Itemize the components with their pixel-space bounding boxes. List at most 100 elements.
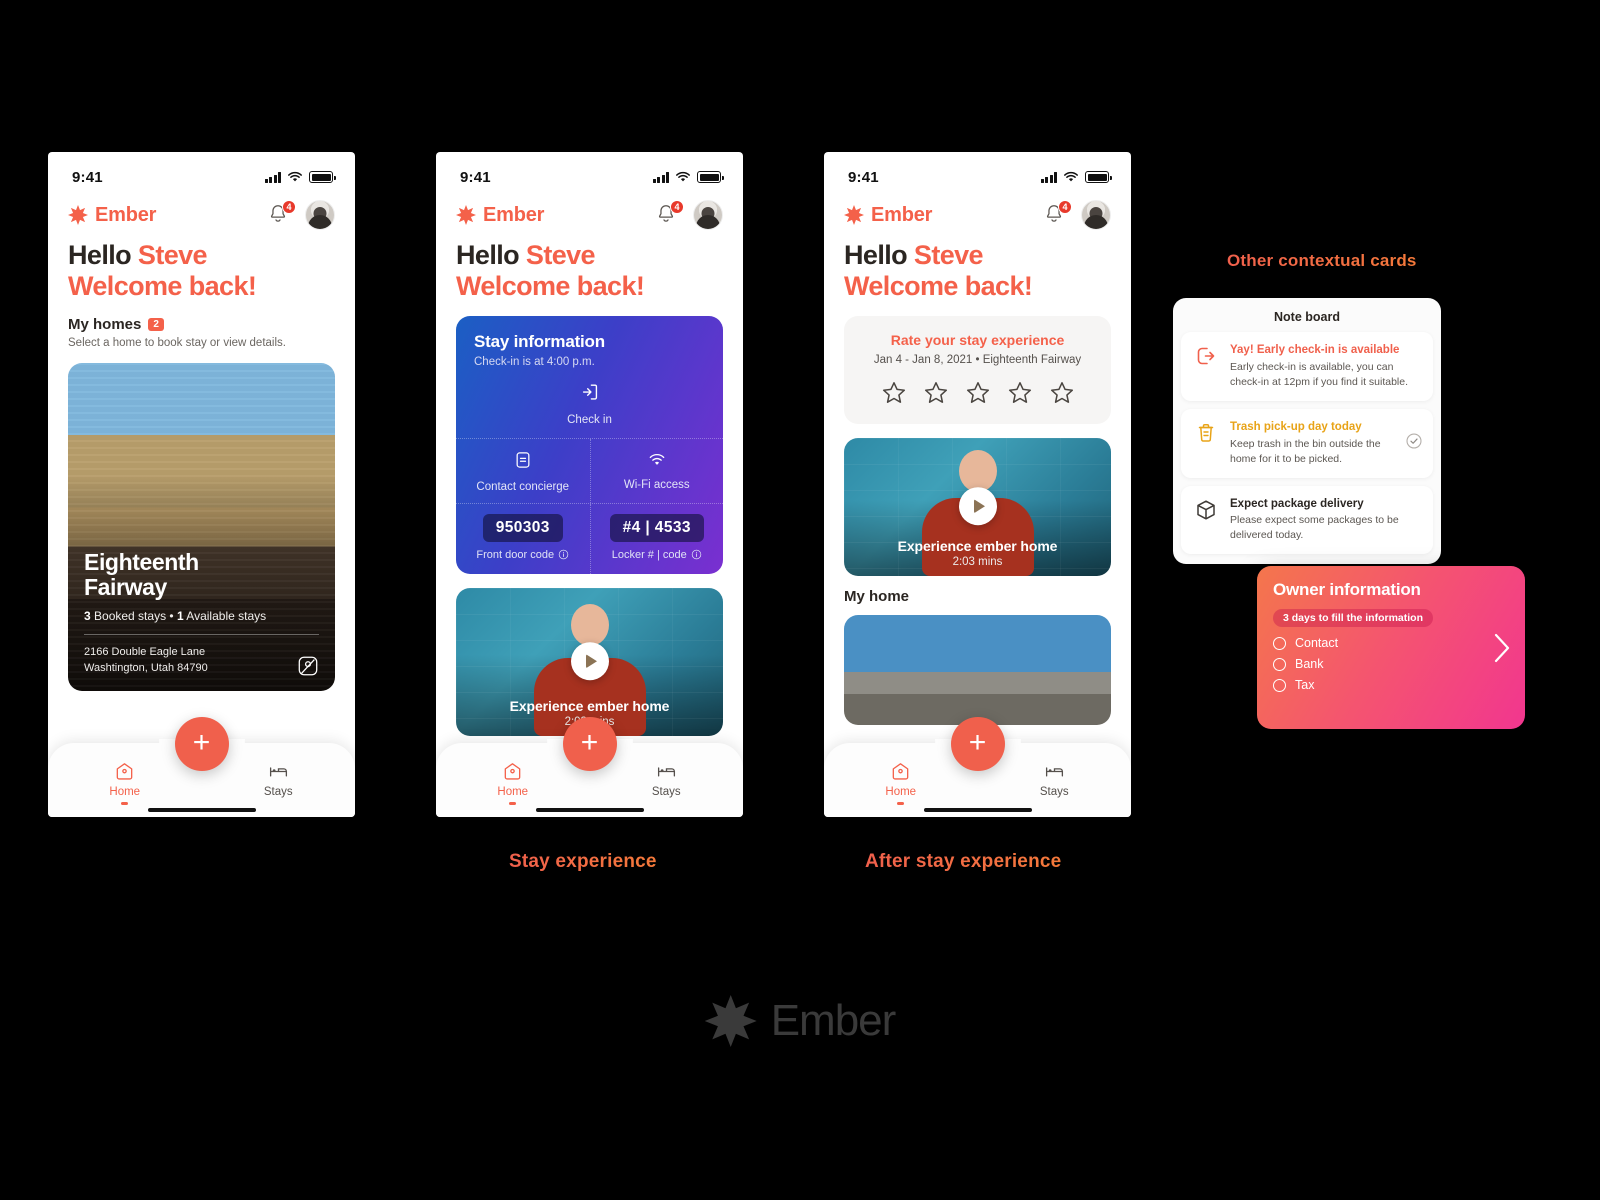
info-icon[interactable] <box>691 549 702 560</box>
app-header: Ember 4 <box>48 194 355 230</box>
home-indicator <box>147 808 256 812</box>
bottom-nav-items: Home Stays <box>48 761 355 805</box>
star-icon[interactable] <box>923 380 949 406</box>
owner-information-card[interactable]: Owner information 3 days to fill the inf… <box>1257 566 1525 729</box>
front-door-code-label: Front door code <box>476 548 555 561</box>
property-address: 2166 Double Eagle Lane Washtington, Utah… <box>84 644 208 677</box>
property-card[interactable]: Eighteenth Fairway 3 Booked stays • 1 Av… <box>68 362 335 691</box>
divider <box>84 633 319 635</box>
property-address-line2: Washtington, Utah 84790 <box>84 662 208 675</box>
note-item-body: Early check-in is available, you can che… <box>1230 360 1409 388</box>
property-booked-label: Booked stays <box>90 608 167 623</box>
greeting-name: Steve <box>525 240 596 270</box>
nav-item-home[interactable]: Home <box>436 761 590 805</box>
ember-star-icon <box>68 205 88 225</box>
note-item-trash-pickup[interactable]: Trash pick-up day today Keep trash in th… <box>1181 408 1433 478</box>
notification-badge: 4 <box>282 200 296 214</box>
status-bar-icons <box>652 171 724 183</box>
nav-item-home[interactable]: Home <box>824 761 978 805</box>
contact-concierge-action[interactable]: Contact concierge <box>456 439 590 503</box>
bed-icon <box>269 767 287 777</box>
check-in-icon <box>582 383 597 400</box>
note-item-check-button[interactable] <box>1405 432 1423 455</box>
property-name-line1: Eighteenth <box>84 548 199 575</box>
property-name: Eighteenth Fairway <box>84 548 319 600</box>
nav-item-stays[interactable]: Stays <box>978 761 1132 805</box>
avatar[interactable] <box>305 200 335 230</box>
cellular-signal-icon <box>264 171 281 183</box>
bed-icon <box>1045 767 1063 777</box>
wifi-access-icon <box>649 453 665 465</box>
nav-item-stays-label: Stays <box>1039 786 1069 798</box>
wifi-access-action[interactable]: Wi-Fi access <box>589 438 724 503</box>
greeting-text: Hello Steve Welcome back! <box>68 240 335 302</box>
rate-stay-card[interactable]: Rate your stay experience Jan 4 - Jan 8,… <box>844 315 1111 424</box>
my-home-photo-card[interactable] <box>844 614 1111 725</box>
star-icon[interactable] <box>1049 380 1075 406</box>
avatar[interactable] <box>1081 200 1111 230</box>
play-button[interactable] <box>958 486 997 525</box>
avatar[interactable] <box>693 200 723 230</box>
notifications-button[interactable]: 4 <box>655 200 684 227</box>
bottom-navigation: + Home Stays <box>824 717 1132 817</box>
rate-card-title: Rate your stay experience <box>890 331 1065 348</box>
notifications-button[interactable]: 4 <box>267 200 296 227</box>
wifi-icon <box>676 171 690 182</box>
status-bar: 9:41 <box>824 152 1131 194</box>
battery-icon <box>697 171 724 183</box>
video-card[interactable]: Experience ember home 2:03 mins <box>456 587 723 736</box>
star-rating[interactable] <box>854 380 1101 406</box>
owner-checklist-row[interactable]: Tax <box>1273 678 1509 692</box>
check-in-action[interactable]: Check in <box>456 368 723 438</box>
status-bar-time: 9:41 <box>848 168 879 186</box>
greeting-hello: Hello <box>844 240 914 270</box>
star-icon[interactable] <box>1007 380 1033 406</box>
owner-checklist-row[interactable]: Bank <box>1273 657 1509 671</box>
video-duration: 2:03 mins <box>952 555 1003 568</box>
owner-checklist-row[interactable]: Contact <box>1273 636 1509 650</box>
stay-information-card[interactable]: Stay information Check-in is at 4:00 p.m… <box>456 315 724 574</box>
app-header: Ember 4 <box>824 194 1131 230</box>
home-icon <box>116 763 133 780</box>
stay-actions-row: Contact concierge Wi-Fi access <box>456 437 724 503</box>
note-item-package-delivery[interactable]: Expect package delivery Please expect so… <box>1181 485 1433 555</box>
footer-brand-name: Ember <box>770 996 897 1045</box>
note-item-text: Yay! Early check-in is available Early c… <box>1230 343 1423 390</box>
map-location-icon[interactable] <box>297 655 319 677</box>
footer-logo: Ember <box>704 995 897 1047</box>
status-bar-time: 9:41 <box>72 168 103 186</box>
cellular-signal-icon <box>652 171 669 183</box>
greeting-text: Hello Steve Welcome back! <box>844 240 1111 302</box>
radio-circle-icon <box>1273 657 1286 671</box>
ember-star-icon <box>456 205 476 225</box>
battery-icon <box>309 171 336 183</box>
nav-item-stays[interactable]: Stays <box>202 761 356 805</box>
note-item-heading: Trash pick-up day today <box>1230 420 1362 433</box>
star-icon[interactable] <box>965 380 991 406</box>
locker-code-cell[interactable]: #4 | 4533 Locker # | code <box>589 503 724 574</box>
brand-name: Ember <box>871 203 933 226</box>
chevron-right-icon[interactable] <box>1489 630 1513 666</box>
nav-item-home[interactable]: Home <box>48 761 202 805</box>
check-circle-icon <box>1406 433 1422 449</box>
trash-icon <box>1193 420 1219 446</box>
play-button[interactable] <box>570 641 609 680</box>
play-icon <box>586 653 597 668</box>
property-stats-separator: • <box>166 608 177 623</box>
property-name-line2: Fairway <box>84 573 167 600</box>
front-door-code-cell[interactable]: 950303 Front door code <box>456 504 590 574</box>
locker-code-value: #4 | 4533 <box>609 513 704 542</box>
star-icon[interactable] <box>881 380 907 406</box>
app-header-actions: 4 <box>1043 200 1111 230</box>
my-homes-subtitle: Select a home to book stay or view detai… <box>68 336 286 349</box>
note-item-early-checkin[interactable]: Yay! Early check-in is available Early c… <box>1181 332 1433 401</box>
notifications-button[interactable]: 4 <box>1043 200 1072 227</box>
video-card[interactable]: Experience ember home 2:03 mins <box>844 437 1111 576</box>
locker-code-label-row: Locker # | code <box>597 549 718 561</box>
nav-item-stays[interactable]: Stays <box>590 761 744 805</box>
status-bar-icons <box>1040 171 1112 183</box>
add-button-label: + <box>580 725 599 759</box>
info-icon[interactable] <box>558 549 569 560</box>
nav-item-home-label: Home <box>109 786 141 798</box>
my-home-section-header: My home <box>824 576 1131 605</box>
